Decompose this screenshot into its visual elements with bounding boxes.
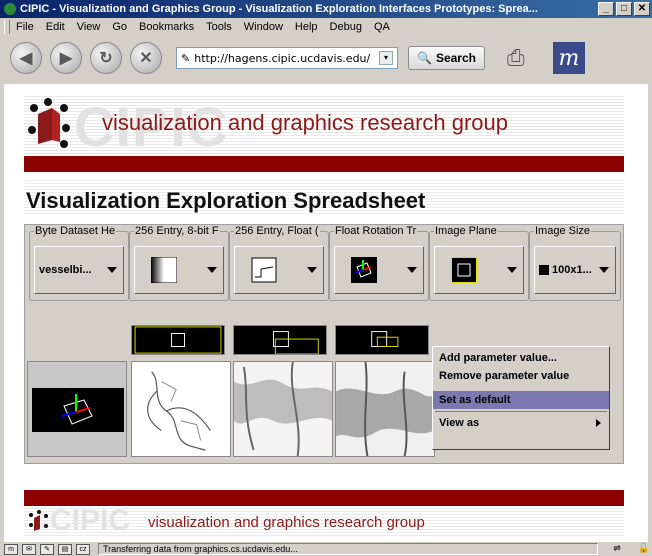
context-menu: Add parameter value... Remove parameter … bbox=[432, 346, 610, 450]
combo-value: 100x1... bbox=[552, 264, 592, 276]
menu-qa[interactable]: QA bbox=[374, 21, 390, 33]
param-combo-8bit[interactable] bbox=[134, 246, 224, 294]
chevron-down-icon bbox=[599, 267, 609, 273]
menu-bar: File Edit View Go Bookmarks Tools Window… bbox=[0, 18, 652, 36]
menu-set-as-default[interactable]: Set as default bbox=[433, 391, 609, 409]
page-icon: ✎ bbox=[181, 51, 191, 65]
page-content: CIPIC visualization and graphics researc… bbox=[4, 84, 648, 542]
app-icon bbox=[4, 3, 16, 15]
connection-icon: ⇌ bbox=[613, 543, 621, 553]
menu-debug[interactable]: Debug bbox=[330, 21, 362, 33]
column-header-3[interactable] bbox=[335, 325, 429, 355]
image-plane-icon bbox=[451, 257, 477, 283]
menu-window[interactable]: Window bbox=[244, 21, 283, 33]
url-field[interactable]: ✎ http://hagens.cipic.ucdavis.edu/ ▾ bbox=[176, 47, 398, 69]
menu-edit[interactable]: Edit bbox=[46, 21, 65, 33]
rotation-cube-icon bbox=[351, 257, 377, 283]
minimize-button[interactable]: _ bbox=[598, 2, 614, 16]
stop-icon[interactable]: ✕ bbox=[130, 42, 162, 74]
search-icon: 🔍 bbox=[417, 51, 432, 65]
param-combo-float[interactable] bbox=[234, 246, 324, 294]
colormap-gradient-icon bbox=[151, 257, 177, 283]
param-label: 256 Entry, Float ( bbox=[234, 225, 320, 237]
menu-view-as[interactable]: View as bbox=[433, 414, 609, 432]
param-image-size: Image Size 100x1... bbox=[529, 225, 621, 301]
menu-separator bbox=[435, 411, 607, 412]
search-button[interactable]: 🔍 Search bbox=[408, 46, 485, 70]
chevron-down-icon bbox=[207, 267, 217, 273]
image-size-icon bbox=[539, 265, 549, 275]
chevron-down-icon bbox=[407, 267, 417, 273]
close-button[interactable]: ✕ bbox=[634, 2, 650, 16]
banner-title: visualization and graphics research grou… bbox=[102, 110, 509, 135]
cipic-logo-icon bbox=[28, 98, 70, 148]
menu-remove-parameter-value[interactable]: Remove parameter value bbox=[433, 367, 609, 385]
chevron-down-icon bbox=[107, 267, 117, 273]
param-label: Byte Dataset He bbox=[34, 225, 117, 237]
chatzilla-icon[interactable]: cz bbox=[76, 543, 90, 555]
vessel-render-3[interactable] bbox=[335, 361, 435, 457]
footer-ghost-text: CIPIC bbox=[50, 504, 131, 537]
chevron-down-icon bbox=[507, 267, 517, 273]
mozilla-icon[interactable]: m bbox=[4, 543, 18, 555]
menu-go[interactable]: Go bbox=[112, 21, 127, 33]
composer-icon[interactable]: ✎ bbox=[40, 543, 54, 555]
menu-view[interactable]: View bbox=[77, 21, 101, 33]
window-title: CIPIC - Visualization and Graphics Group… bbox=[20, 3, 538, 15]
transfer-function-icon bbox=[251, 257, 277, 283]
menu-help[interactable]: Help bbox=[295, 21, 318, 33]
vessel-render-2[interactable] bbox=[233, 361, 333, 457]
param-256-entry-float: 256 Entry, Float ( bbox=[229, 225, 329, 301]
param-combo-dataset[interactable]: vesselbi... bbox=[34, 246, 124, 294]
menu-grip bbox=[4, 20, 10, 34]
param-combo-rotation[interactable] bbox=[334, 246, 424, 294]
rotation-thumbnail-icon bbox=[32, 388, 124, 432]
row-header-cell[interactable] bbox=[27, 361, 127, 457]
reload-icon[interactable]: ↻ bbox=[90, 42, 122, 74]
header-banner: CIPIC visualization and graphics researc… bbox=[24, 94, 624, 158]
print-icon[interactable]: ⎙ bbox=[507, 45, 541, 71]
page-title: Visualization Exploration Spreadsheet bbox=[26, 188, 426, 213]
column-header-1[interactable] bbox=[131, 325, 225, 355]
param-combo-image-size[interactable]: 100x1... bbox=[534, 246, 616, 294]
param-float-rotation: Float Rotation Tr bbox=[329, 225, 429, 301]
menu-add-parameter-value[interactable]: Add parameter value... bbox=[433, 349, 609, 367]
param-label: Float Rotation Tr bbox=[334, 225, 418, 237]
combo-value: vesselbi... bbox=[39, 264, 92, 276]
maximize-button[interactable]: □ bbox=[616, 2, 632, 16]
param-label: Image Plane bbox=[434, 225, 498, 237]
back-icon[interactable]: ◀ bbox=[10, 42, 42, 74]
url-dropdown-icon[interactable]: ▾ bbox=[379, 51, 393, 65]
url-value: http://hagens.cipic.ucdavis.edu/ bbox=[194, 51, 371, 65]
status-bar: m ✉ ✎ ▤ cz Transferring data from graphi… bbox=[0, 542, 652, 556]
window-title-bar[interactable]: CIPIC - Visualization and Graphics Group… bbox=[0, 0, 652, 18]
security-lock-icon: 🔓 bbox=[638, 543, 650, 553]
menu-file[interactable]: File bbox=[16, 21, 34, 33]
status-text: Transferring data from graphics.cs.ucdav… bbox=[98, 543, 598, 555]
forward-icon[interactable]: ▶ bbox=[50, 42, 82, 74]
param-256-entry-8bit: 256 Entry, 8-bit F bbox=[129, 225, 229, 301]
mail-icon[interactable]: ✉ bbox=[22, 543, 36, 555]
param-label: 256 Entry, 8-bit F bbox=[134, 225, 220, 237]
footer-banner: CIPIC visualization and graphics researc… bbox=[24, 504, 624, 537]
param-combo-image-plane[interactable] bbox=[434, 246, 524, 294]
param-label: Image Size bbox=[534, 225, 592, 237]
header-red-bar bbox=[24, 156, 624, 172]
browser-logo-icon: m bbox=[552, 42, 585, 74]
navigation-toolbar: ◀ ▶ ↻ ✕ ✎ http://hagens.cipic.ucdavis.ed… bbox=[0, 36, 652, 80]
footer-title: visualization and graphics research grou… bbox=[148, 514, 425, 531]
column-header-2[interactable] bbox=[233, 325, 327, 355]
addressbook-icon[interactable]: ▤ bbox=[58, 543, 72, 555]
cipic-logo-small-icon bbox=[29, 510, 48, 531]
chevron-right-icon bbox=[596, 419, 601, 427]
param-byte-dataset: Byte Dataset He vesselbi... bbox=[29, 225, 129, 301]
chevron-down-icon bbox=[307, 267, 317, 273]
menu-bookmarks[interactable]: Bookmarks bbox=[139, 21, 194, 33]
param-image-plane: Image Plane bbox=[429, 225, 529, 301]
search-label: Search bbox=[435, 51, 476, 65]
menu-view-as-label: View as bbox=[439, 417, 480, 429]
vessel-render-1[interactable] bbox=[131, 361, 231, 457]
menu-tools[interactable]: Tools bbox=[206, 21, 232, 33]
